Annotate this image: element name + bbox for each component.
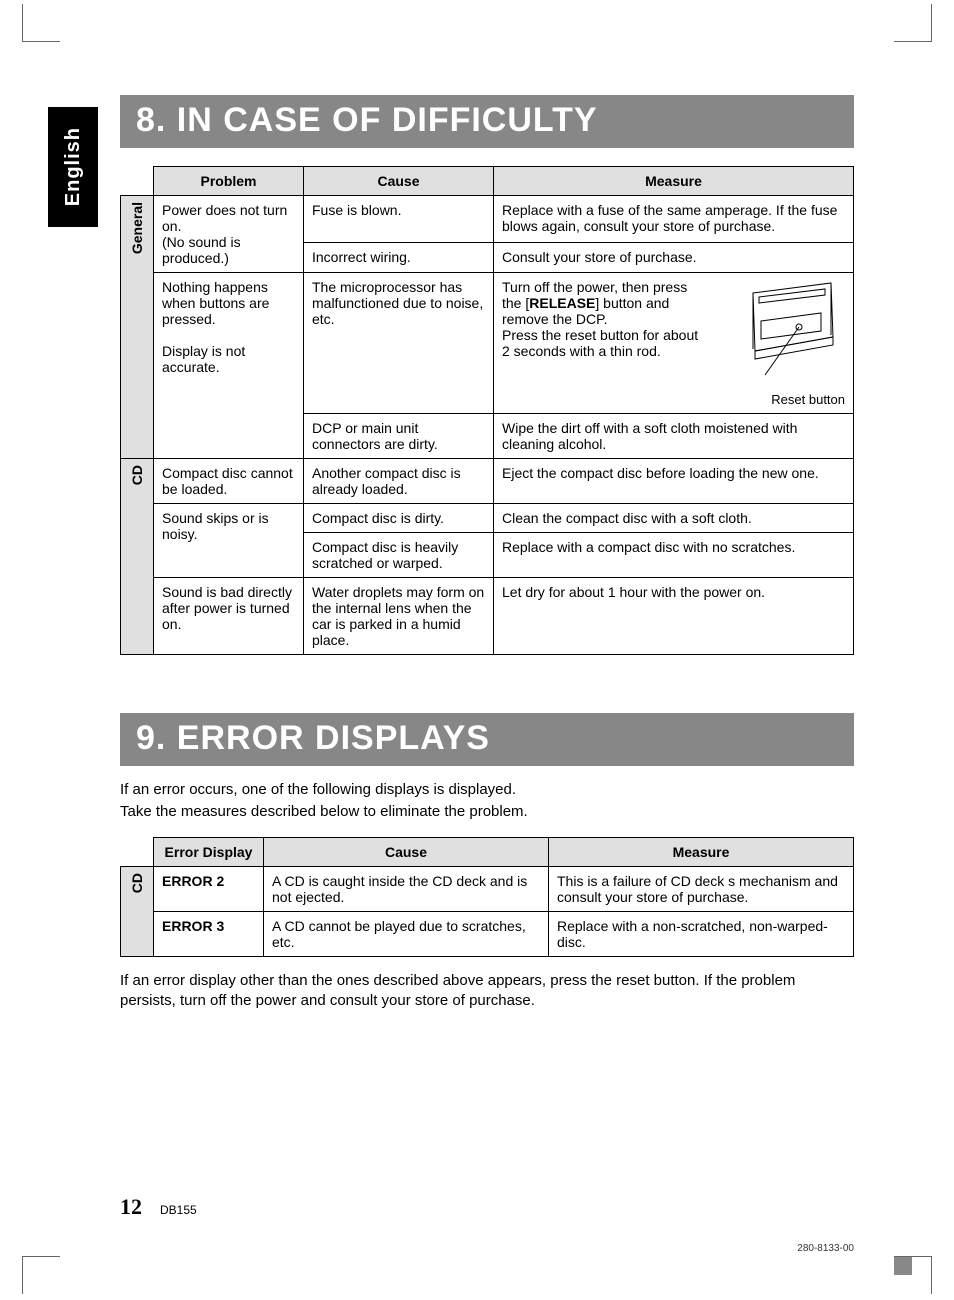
table-header-row: Error Display Cause Measure xyxy=(121,837,854,866)
header-cause: Cause xyxy=(264,837,549,866)
language-tab: English xyxy=(48,107,98,227)
cause-cell: Fuse is blown. xyxy=(304,196,494,243)
error-name: ERROR 2 xyxy=(154,866,264,911)
problem-cell: Power does not turn on. (No sound is pro… xyxy=(154,196,304,273)
measure-text: Turn off the power, then press the [RELE… xyxy=(502,279,707,359)
table-row: Nothing happens when buttons are pressed… xyxy=(121,273,854,414)
table-row: ERROR 3 A CD cannot be played due to scr… xyxy=(121,911,854,956)
table-header-row: Problem Cause Measure xyxy=(121,167,854,196)
header-measure: Measure xyxy=(549,837,854,866)
category-cd: CD xyxy=(129,465,145,485)
problem-cell: Nothing happens when buttons are pressed… xyxy=(154,273,304,459)
model-code: DB155 xyxy=(160,1203,197,1217)
page: English 8. IN CASE OF DIFFICULTY Problem… xyxy=(0,0,954,1300)
header-error-display: Error Display xyxy=(154,837,264,866)
crop-mark xyxy=(22,4,60,42)
measure-cell: Turn off the power, then press the [RELE… xyxy=(494,273,854,414)
problem-cell: Sound is bad directly after power is tur… xyxy=(154,578,304,655)
error-name: ERROR 3 xyxy=(154,911,264,956)
category-cd: CD xyxy=(129,873,145,893)
crop-marks-top xyxy=(0,4,954,44)
problem-cell: Compact disc cannot be loaded. xyxy=(154,459,304,504)
measure-cell: Consult your store of purchase. xyxy=(494,242,854,272)
page-number: 12 xyxy=(120,1194,142,1220)
problem-cell: Sound skips or is noisy. xyxy=(154,504,304,578)
unit-reset-icon xyxy=(725,279,845,389)
cause-cell: Water droplets may form on the internal … xyxy=(304,578,494,655)
measure-cell: Clean the compact disc with a soft cloth… xyxy=(494,504,854,533)
crop-mark xyxy=(894,4,932,42)
table-row: CD ERROR 2 A CD is caught inside the CD … xyxy=(121,866,854,911)
measure-cell: Let dry for about 1 hour with the power … xyxy=(494,578,854,655)
cause-cell: Incorrect wiring. xyxy=(304,242,494,272)
cause-cell: Compact disc is heavily scratched or war… xyxy=(304,533,494,578)
measure-cell: Eject the compact disc before loading th… xyxy=(494,459,854,504)
header-measure: Measure xyxy=(494,167,854,196)
table-row: Sound skips or is noisy. Compact disc is… xyxy=(121,504,854,533)
measure-cell: Replace with a fuse of the same amperage… xyxy=(494,196,854,243)
section-8-title: 8. IN CASE OF DIFFICULTY xyxy=(120,95,854,148)
page-footer: 12 DB155 xyxy=(120,1194,854,1220)
cause-cell: DCP or main unit connectors are dirty. xyxy=(304,414,494,459)
content-area: English 8. IN CASE OF DIFFICULTY Problem… xyxy=(120,95,854,1220)
cause-cell: Another compact disc is already loaded. xyxy=(304,459,494,504)
document-code: 280-8133-00 xyxy=(797,1243,854,1254)
cause-cell: A CD cannot be played due to scratches, … xyxy=(264,911,549,956)
measure-cell: This is a failure of CD deck s mechanism… xyxy=(549,866,854,911)
language-label: English xyxy=(62,127,85,206)
table-row: CD Compact disc cannot be loaded. Anothe… xyxy=(121,459,854,504)
section-9-intro-2: Take the measures described below to eli… xyxy=(120,802,854,822)
error-table: Error Display Cause Measure CD ERROR 2 A… xyxy=(120,837,854,957)
crop-marks-bottom xyxy=(0,1256,954,1296)
header-problem: Problem xyxy=(154,167,304,196)
difficulty-table: Problem Cause Measure General Power does… xyxy=(120,166,854,655)
table-row: Sound is bad directly after power is tur… xyxy=(121,578,854,655)
section-9-intro-1: If an error occurs, one of the following… xyxy=(120,780,854,800)
section-9-title: 9. ERROR DISPLAYS xyxy=(120,713,854,766)
measure-cell: Replace with a compact disc with no scra… xyxy=(494,533,854,578)
section-9-outro: If an error display other than the ones … xyxy=(120,971,854,1012)
measure-cell: Replace with a non-scratched, non-warped… xyxy=(549,911,854,956)
category-general: General xyxy=(129,202,145,254)
table-row: General Power does not turn on. (No soun… xyxy=(121,196,854,243)
header-cause: Cause xyxy=(304,167,494,196)
crop-mark xyxy=(22,1256,60,1294)
crop-mark xyxy=(894,1256,932,1294)
cause-cell: Compact disc is dirty. xyxy=(304,504,494,533)
figure-caption: Reset button xyxy=(715,392,845,407)
cause-cell: The microprocessor has malfunctioned due… xyxy=(304,273,494,414)
measure-cell: Wipe the dirt off with a soft cloth mois… xyxy=(494,414,854,459)
cause-cell: A CD is caught inside the CD deck and is… xyxy=(264,866,549,911)
reset-figure: Reset button xyxy=(715,279,845,407)
